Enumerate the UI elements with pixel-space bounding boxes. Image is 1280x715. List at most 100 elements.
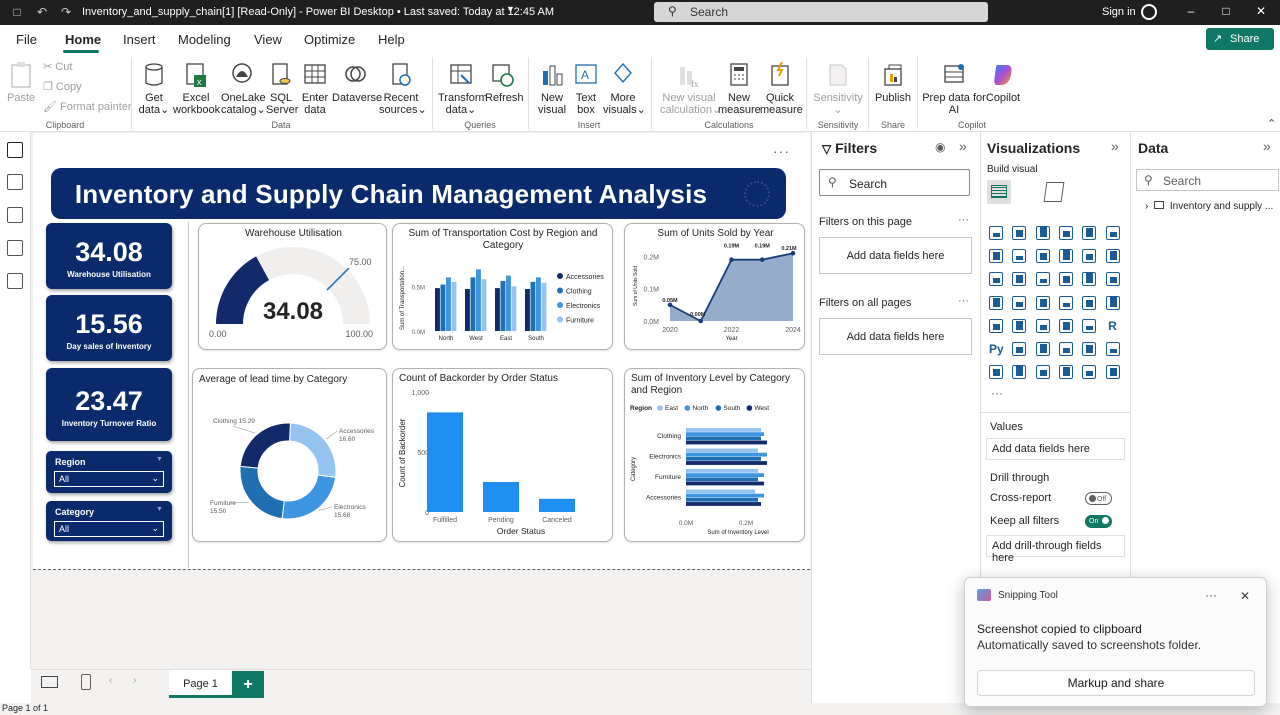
data-search-input[interactable]: ⚲ Search <box>1136 169 1279 191</box>
collapse-pane-icon[interactable]: » <box>1111 138 1119 154</box>
filled-map-icon[interactable] <box>1035 295 1050 310</box>
qa-icon[interactable] <box>1058 342 1073 356</box>
region-slicer[interactable]: Region ▼ All ⌄ <box>46 451 172 493</box>
key-influencers-icon[interactable] <box>1012 342 1027 356</box>
100-bar-icon[interactable] <box>1082 226 1097 240</box>
excel-workbook-button[interactable]: x Excel workbook <box>173 61 220 116</box>
collapse-pane-icon[interactable]: » <box>959 138 967 154</box>
azure-map-icon[interactable] <box>1058 295 1073 310</box>
ribbon-icon[interactable] <box>989 272 1003 287</box>
line-icon[interactable] <box>989 249 1003 264</box>
decomposition-tree-icon[interactable] <box>1035 342 1050 356</box>
new-visual-calculation-button[interactable]: fx New visual calculation⌄ <box>660 61 721 116</box>
more-visuals-button[interactable]: More visuals⌄ <box>603 61 646 116</box>
table-view-icon[interactable] <box>7 174 23 190</box>
region-dropdown[interactable]: All ⌄ <box>54 471 164 487</box>
sign-in-link[interactable]: Sign in <box>1102 6 1136 18</box>
get-data-button[interactable]: Get data⌄ <box>138 61 170 116</box>
values-drop-zone[interactable]: Add data fields here <box>986 438 1125 460</box>
transportation-cost-chart[interactable]: Sum of Transportation Cost by Region and… <box>392 223 613 350</box>
scatter-icon[interactable] <box>1058 272 1073 287</box>
next-page-icon[interactable]: › <box>133 675 136 686</box>
tab-optimize[interactable]: Optimize <box>304 32 355 47</box>
power-apps-icon[interactable] <box>1012 365 1027 380</box>
page-tab[interactable]: Page 1 <box>169 670 232 698</box>
area-icon[interactable] <box>1012 249 1027 264</box>
text-box-button[interactable]: A Text box <box>571 61 601 116</box>
tab-insert[interactable]: Insert <box>123 32 156 47</box>
maximize-icon[interactable]: □ <box>1216 4 1236 18</box>
filters-search-input[interactable]: ⚲ Search <box>819 169 970 196</box>
model-view-icon[interactable] <box>7 207 23 223</box>
close-icon[interactable]: ✕ <box>1240 589 1250 603</box>
more-options-icon[interactable]: ··· <box>1205 588 1217 602</box>
filters-all-pages-drop-zone[interactable]: Add data fields here <box>819 318 972 355</box>
tab-view[interactable]: View <box>254 32 282 47</box>
paste-button[interactable]: Paste <box>7 61 35 104</box>
enter-data-button[interactable]: Enter data <box>300 61 330 116</box>
save-icon[interactable]: □ <box>9 4 25 20</box>
search-box[interactable]: ⚲ Search <box>654 2 988 22</box>
power-automate-icon[interactable] <box>1035 365 1050 380</box>
more-options-icon[interactable]: ··· <box>958 295 969 307</box>
page-more-options[interactable]: ··· <box>773 143 790 159</box>
paginated-icon[interactable] <box>989 365 1003 380</box>
sql-server-button[interactable]: SQL Server <box>266 61 298 116</box>
add-page-button[interactable]: + <box>232 671 264 698</box>
minimize-icon[interactable]: – <box>1181 4 1201 18</box>
matrix-icon[interactable] <box>1082 318 1097 333</box>
funnel-icon[interactable] <box>1035 272 1050 287</box>
narrative-icon[interactable] <box>1082 342 1097 356</box>
eye-icon[interactable]: ◉ <box>935 140 945 154</box>
kpi-card-inventory-turnover[interactable]: 23.47 Inventory Turnover Ratio <box>46 368 172 441</box>
prep-data-for-ai-button[interactable]: Prep data for AI <box>922 61 986 116</box>
arcgis-icon[interactable] <box>1058 365 1073 380</box>
line-clustered-icon[interactable] <box>1105 249 1120 264</box>
inventory-level-chart[interactable]: Sum of Inventory Level by Category and R… <box>624 368 805 542</box>
mobile-layout-icon[interactable] <box>81 674 91 690</box>
100-column-icon[interactable] <box>1105 226 1120 240</box>
stacked-bar-icon[interactable] <box>989 226 1003 240</box>
tab-help[interactable]: Help <box>378 32 405 47</box>
line-column-icon[interactable] <box>1082 249 1097 264</box>
dax-query-view-icon[interactable] <box>7 240 23 256</box>
more-options-icon[interactable]: ··· <box>958 214 969 226</box>
arrow-icon[interactable] <box>1105 365 1120 380</box>
publish-button[interactable]: Publish <box>874 61 912 104</box>
card-icon[interactable] <box>1105 295 1120 310</box>
more-visuals-icon[interactable]: ··· <box>991 386 1003 400</box>
drill-through-drop-zone[interactable]: Add drill-through fields here <box>986 535 1125 564</box>
kpi-card-day-sales-inventory[interactable]: 15.56 Day sales of Inventory <box>46 295 172 361</box>
tab-modeling[interactable]: Modeling <box>178 32 231 47</box>
waterfall-icon[interactable] <box>1012 272 1027 287</box>
account-avatar-icon[interactable] <box>1141 4 1157 20</box>
warehouse-utilisation-gauge[interactable]: Warehouse Utilisation 34.08 0.00 100.00 75.… <box>198 223 387 350</box>
r-visual-icon[interactable]: R <box>1105 318 1120 333</box>
build-visual-tab[interactable] <box>987 180 1011 204</box>
map-icon[interactable] <box>1012 295 1027 310</box>
slicer-icon[interactable] <box>1035 318 1050 333</box>
desktop-layout-icon[interactable] <box>41 676 58 688</box>
kpi-card-warehouse-utilisation[interactable]: 34.08 Warehouse Utilisation <box>46 223 172 289</box>
keep-all-filters-toggle[interactable]: On <box>1085 515 1112 528</box>
markup-and-share-button[interactable]: Markup and share <box>977 670 1255 696</box>
units-sold-chart[interactable]: Sum of Units Sold by Year 0.0M 0.1M 0.2M Su… <box>624 223 805 350</box>
chevron-down-icon[interactable]: ▼ <box>506 4 515 14</box>
new-visual-button[interactable]: New visual <box>535 61 569 116</box>
dataverse-button[interactable]: Dataverse <box>332 61 382 104</box>
gauge-icon[interactable] <box>1082 295 1097 310</box>
tab-home[interactable]: Home <box>65 32 101 47</box>
pie-icon[interactable] <box>1082 272 1097 287</box>
100-area-icon[interactable] <box>1058 249 1073 264</box>
format-painter-button[interactable]: 🖌 Format painter <box>43 100 132 113</box>
copilot-button[interactable]: Copilot <box>984 61 1022 104</box>
copy-button[interactable]: ❐ Copy <box>43 80 82 93</box>
table-icon[interactable] <box>1058 318 1073 333</box>
backorder-chart[interactable]: Count of Backorder by Order Status 0 500 1… <box>392 368 613 542</box>
close-window-icon[interactable]: ✕ <box>1251 4 1271 18</box>
quick-measure-button[interactable]: Quick measure <box>760 61 803 116</box>
previous-page-icon[interactable]: ‹ <box>109 675 112 686</box>
share-button[interactable]: ↗ Share <box>1206 28 1274 50</box>
collapse-ribbon-icon[interactable]: ⌃ <box>1267 117 1276 130</box>
onelake-catalog-button[interactable]: OneLake catalog⌄ <box>221 61 266 116</box>
